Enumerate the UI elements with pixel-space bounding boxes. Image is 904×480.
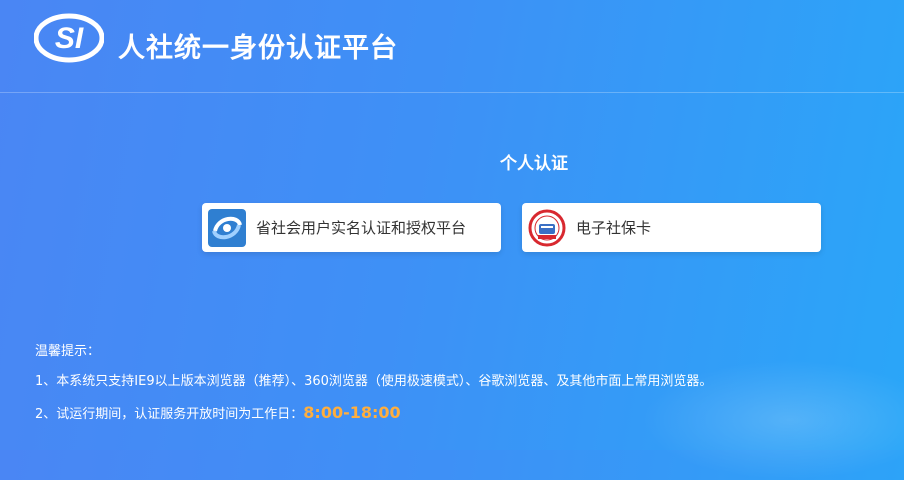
e-social-card-option[interactable]: 电子社保卡	[522, 203, 821, 252]
tips-heading: 温馨提示：	[35, 344, 101, 359]
tip-browser-support: 1、本系统只支持IE9以上版本浏览器（推荐）、360浏览器（使用极速模式）、谷歌…	[35, 374, 713, 389]
provincial-auth-label: 省社会用户实名认证和授权平台	[256, 219, 467, 237]
tip-service-hours: 2、试运行期间，认证服务开放时间为工作日：8:00-18:00	[35, 403, 401, 422]
e-social-card-label: 电子社保卡	[576, 219, 652, 237]
section-title: 个人认证	[500, 154, 568, 174]
page-title: 人社统一身份认证平台	[118, 33, 398, 64]
si-logo-icon: SI	[34, 13, 104, 63]
provincial-auth-option[interactable]: 省社会用户实名认证和授权平台	[202, 203, 501, 252]
logo-text: SI	[55, 22, 84, 55]
provincial-auth-logo-icon	[208, 208, 246, 247]
tip-service-hours-text: 2、试运行期间，认证服务开放时间为工作日：	[35, 407, 304, 422]
header: SI 人社统一身份认证平台	[0, 0, 904, 93]
service-hours-value: 8:00-18:00	[303, 403, 401, 422]
e-social-card-seal-icon	[528, 209, 566, 246]
